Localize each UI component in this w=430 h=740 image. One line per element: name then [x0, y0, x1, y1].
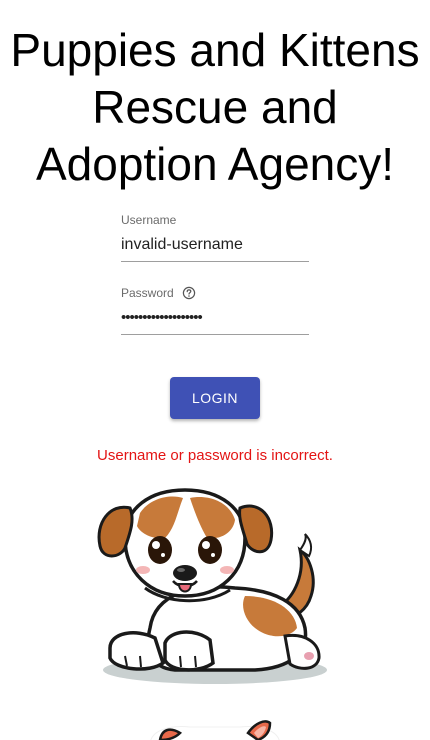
- username-field[interactable]: Username invalid-username: [121, 213, 309, 262]
- error-message: Username or password is incorrect.: [97, 447, 333, 464]
- puppy-illustration: [95, 478, 335, 693]
- help-circle-icon[interactable]: [182, 286, 196, 300]
- password-field[interactable]: Password •••••••••••••••••••: [121, 286, 309, 335]
- username-input[interactable]: invalid-username: [121, 235, 309, 255]
- username-label-text: Username: [121, 213, 177, 227]
- username-underline: [121, 261, 309, 262]
- page-title: Puppies and Kittens Rescue and Adoption …: [10, 24, 420, 190]
- password-input[interactable]: •••••••••••••••••••: [121, 308, 309, 328]
- login-button[interactable]: LOGIN: [170, 377, 260, 419]
- username-label: Username: [121, 213, 309, 227]
- password-label-text: Password: [121, 286, 174, 300]
- password-label: Password: [121, 286, 309, 300]
- kitten-illustration: [130, 715, 300, 740]
- password-underline: [121, 334, 309, 335]
